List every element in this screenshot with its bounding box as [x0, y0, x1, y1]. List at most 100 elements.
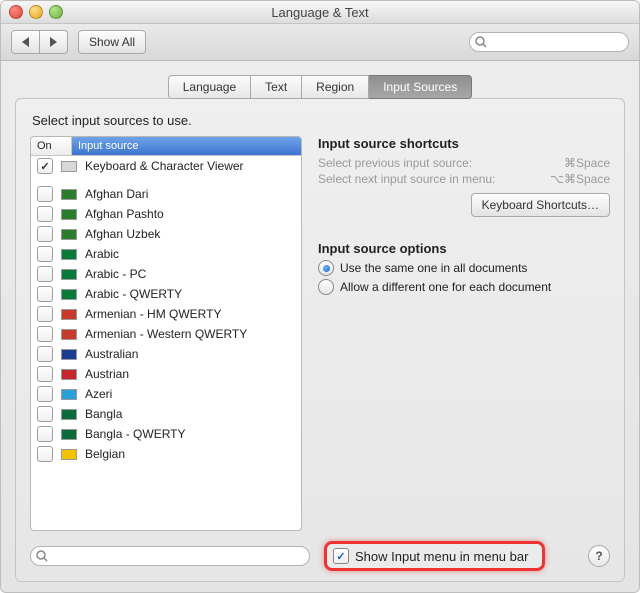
- list-item[interactable]: Armenian - HM QWERTY: [31, 304, 301, 324]
- list-item-checkbox[interactable]: [37, 246, 53, 262]
- radio-icon: [318, 260, 334, 276]
- list-item[interactable]: Azeri: [31, 384, 301, 404]
- keyboard-shortcuts-button[interactable]: Keyboard Shortcuts…: [471, 193, 610, 217]
- list-item[interactable]: Bangla - QWERTY: [31, 424, 301, 444]
- list-item[interactable]: Australian: [31, 344, 301, 364]
- show-input-menu-highlight: Show Input menu in menu bar: [324, 541, 545, 571]
- column-header-on[interactable]: On: [31, 137, 72, 155]
- list-item-checkbox[interactable]: [37, 326, 53, 342]
- list-item[interactable]: Afghan Uzbek: [31, 224, 301, 244]
- list-item[interactable]: Arabic - QWERTY: [31, 284, 301, 304]
- show-input-menu-checkbox[interactable]: [333, 548, 349, 564]
- list-item-checkbox[interactable]: [37, 266, 53, 282]
- list-item-label: Belgian: [85, 447, 125, 461]
- list-item-label: Arabic - QWERTY: [85, 287, 182, 301]
- list-item[interactable]: Arabic: [31, 244, 301, 264]
- preferences-window: Language & Text Show All LanguageTextReg…: [0, 0, 640, 593]
- instruction-text: Select input sources to use.: [32, 113, 610, 128]
- flag-icon: [61, 369, 77, 380]
- show-all-button[interactable]: Show All: [78, 30, 146, 54]
- options-heading: Input source options: [318, 241, 610, 256]
- list-item-label: Bangla: [85, 407, 122, 421]
- minimize-window-button[interactable]: [29, 5, 43, 19]
- toolbar: Show All: [1, 24, 639, 61]
- search-icon: [36, 550, 48, 562]
- list-item-checkbox[interactable]: [37, 346, 53, 362]
- option-diff-row[interactable]: Allow a different one for each document: [318, 279, 610, 295]
- window-controls: [9, 5, 63, 19]
- flag-icon: [61, 349, 77, 360]
- list-item-label: Azeri: [85, 387, 112, 401]
- list-item-label: Arabic - PC: [85, 267, 146, 281]
- list-item-checkbox[interactable]: [37, 286, 53, 302]
- close-window-button[interactable]: [9, 5, 23, 19]
- list-item-checkbox[interactable]: [37, 386, 53, 402]
- window-title: Language & Text: [271, 5, 368, 20]
- list-item-label: Afghan Uzbek: [85, 227, 160, 241]
- list-item-label: Keyboard & Character Viewer: [85, 159, 244, 173]
- zoom-window-button[interactable]: [49, 5, 63, 19]
- list-item[interactable]: Austrian: [31, 364, 301, 384]
- tab-input-sources[interactable]: Input Sources: [369, 75, 472, 99]
- option-same-row[interactable]: Use the same one in all documents: [318, 260, 610, 276]
- list-item-checkbox[interactable]: [37, 446, 53, 462]
- list-item-checkbox[interactable]: [37, 186, 53, 202]
- list-item[interactable]: Arabic - PC: [31, 264, 301, 284]
- list-item-label: Afghan Dari: [85, 187, 148, 201]
- tab-language[interactable]: Language: [168, 75, 251, 99]
- flag-icon: [61, 449, 77, 460]
- flag-icon: [61, 249, 77, 260]
- list-body[interactable]: Keyboard & Character Viewer Afghan Dari Af…: [31, 156, 301, 530]
- chevron-right-icon: [50, 37, 57, 47]
- list-header: On Input source: [31, 137, 301, 156]
- tab-pane-input-sources: Select input sources to use. On Input so…: [15, 98, 625, 582]
- show-input-menu-label: Show Input menu in menu bar: [355, 549, 528, 564]
- flag-icon: [61, 329, 77, 340]
- option-same-label: Use the same one in all documents: [340, 261, 527, 275]
- input-source-list: On Input source Keyboard & Character Vie…: [30, 136, 302, 531]
- titlebar: Language & Text: [1, 1, 639, 24]
- forward-button[interactable]: [40, 30, 68, 54]
- tab-text[interactable]: Text: [251, 75, 302, 99]
- toolbar-search: [469, 32, 629, 52]
- list-item-checkbox[interactable]: [37, 158, 53, 174]
- list-item-label: Afghan Pashto: [85, 207, 164, 221]
- flag-icon: [61, 409, 77, 420]
- back-button[interactable]: [11, 30, 40, 54]
- list-item[interactable]: Armenian - Western QWERTY: [31, 324, 301, 344]
- pane-search: [30, 546, 310, 566]
- flag-icon: [61, 189, 77, 200]
- help-button[interactable]: ?: [588, 545, 610, 567]
- option-diff-label: Allow a different one for each document: [340, 280, 551, 294]
- list-item-checkbox[interactable]: [37, 406, 53, 422]
- tab-region[interactable]: Region: [302, 75, 369, 99]
- list-item[interactable]: Keyboard & Character Viewer: [31, 156, 301, 176]
- list-item[interactable]: Afghan Pashto: [31, 204, 301, 224]
- right-column: Input source shortcuts Select previous i…: [318, 136, 610, 531]
- list-item-label: Armenian - Western QWERTY: [85, 327, 247, 341]
- shortcut-prev-keys: ⌘Space: [564, 156, 610, 170]
- flag-icon: [61, 429, 77, 440]
- column-header-source[interactable]: Input source: [72, 137, 301, 155]
- list-item-checkbox[interactable]: [37, 306, 53, 322]
- list-item[interactable]: Bangla: [31, 404, 301, 424]
- list-item-checkbox[interactable]: [37, 206, 53, 222]
- flag-icon: [61, 229, 77, 240]
- flag-icon: [61, 389, 77, 400]
- list-item-checkbox[interactable]: [37, 226, 53, 242]
- list-item[interactable]: Afghan Dari: [31, 184, 301, 204]
- search-icon: [475, 36, 487, 48]
- list-item-checkbox[interactable]: [37, 366, 53, 382]
- options-block: Input source options Use the same one in…: [318, 241, 610, 295]
- shortcut-next-label: Select next input source in menu:: [318, 172, 495, 186]
- list-item-checkbox[interactable]: [37, 426, 53, 442]
- pane-search-input[interactable]: [30, 546, 310, 566]
- flag-icon: [61, 269, 77, 280]
- flag-icon: [61, 309, 77, 320]
- shortcut-next-keys: ⌥⌘Space: [550, 172, 610, 186]
- content: LanguageTextRegionInput Sources Select i…: [1, 61, 639, 592]
- toolbar-search-input[interactable]: [469, 32, 629, 52]
- shortcuts-heading: Input source shortcuts: [318, 136, 610, 151]
- list-item[interactable]: Belgian: [31, 444, 301, 464]
- chevron-left-icon: [22, 37, 29, 47]
